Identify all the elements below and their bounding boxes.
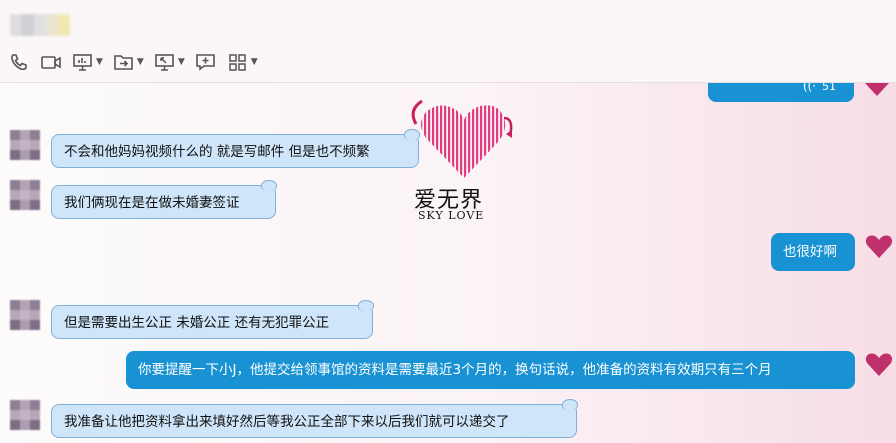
remote-desktop-icon — [155, 54, 174, 71]
toolbar: ▼ ▼ ▼ ▼ — [8, 50, 268, 74]
voice-duration: 51 — [822, 83, 836, 93]
chevron-down-icon[interactable]: ▼ — [137, 57, 144, 67]
incoming-message[interactable]: 我们俩现在是在做未婚妻签证 — [51, 180, 277, 219]
contact-avatar[interactable] — [10, 400, 40, 430]
file-transfer-icon — [114, 55, 133, 70]
add-chat-icon — [195, 54, 215, 71]
contact-avatar[interactable] — [10, 130, 40, 160]
heart-avatar — [865, 235, 893, 258]
video-call-button[interactable] — [40, 50, 62, 74]
chevron-down-icon[interactable]: ▼ — [96, 57, 103, 67]
heart-avatar — [865, 83, 889, 96]
incoming-message[interactable]: 我准备让他把资料拿出来填好然后等我公正全部下来以后我们就可以递交了 — [51, 399, 578, 438]
screen-share-button[interactable]: ▼ — [72, 50, 103, 74]
file-transfer-button[interactable]: ▼ — [113, 50, 144, 74]
phone-button[interactable] — [8, 50, 30, 74]
chevron-down-icon[interactable]: ▼ — [251, 57, 258, 67]
remote-desktop-button[interactable]: ▼ — [154, 50, 185, 74]
apps-button[interactable]: ▼ — [227, 50, 258, 74]
incoming-message[interactable]: 不会和他妈妈视频什么的 就是写邮件 但是也不频繁 — [51, 129, 420, 168]
incoming-message[interactable]: 但是需要出生公正 未婚公正 还有无犯罪公正 — [51, 300, 374, 339]
outgoing-message[interactable]: 你要提醒一下小J，他提交给领事馆的资料是需要最近3个月的，换句话说，他准备的资料… — [126, 351, 855, 389]
contact-name-blurred[interactable] — [10, 14, 70, 36]
contact-avatar[interactable] — [10, 300, 40, 330]
voice-message[interactable]: ((· 51 — [708, 83, 854, 102]
video-icon — [41, 56, 61, 69]
phone-icon — [11, 54, 27, 71]
watermark-subtitle: SKY LOVE — [418, 209, 485, 222]
voice-wave-icon: ((· — [802, 83, 816, 93]
contact-avatar[interactable] — [10, 180, 40, 210]
sky-love-watermark: 爱无界 SKY LOVE — [404, 96, 524, 226]
add-chat-button[interactable] — [195, 50, 217, 74]
outgoing-message[interactable]: 也很好啊 — [771, 233, 855, 271]
screen-share-icon — [73, 54, 92, 71]
chat-header: ▼ ▼ ▼ ▼ — [0, 0, 896, 83]
chevron-down-icon[interactable]: ▼ — [178, 57, 185, 67]
apps-grid-icon — [229, 54, 246, 71]
heart-logo-icon — [411, 99, 513, 178]
heart-avatar — [865, 353, 893, 376]
